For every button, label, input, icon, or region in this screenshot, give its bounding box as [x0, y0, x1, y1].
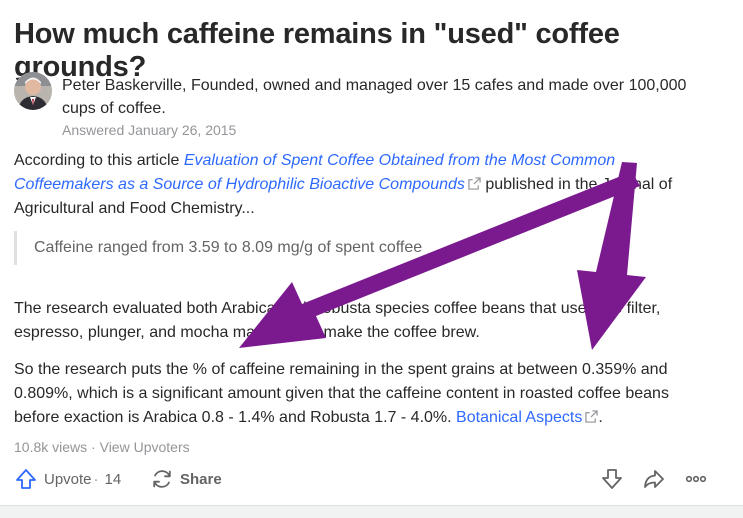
- upvote-label: Upvote: [44, 470, 92, 488]
- answer-paragraph-2: The research evaluated both Arabica and …: [14, 300, 661, 341]
- action-bar: Upvote · 14 Share: [0, 464, 743, 496]
- external-link-icon: [468, 177, 481, 190]
- share-label: Share: [180, 470, 222, 488]
- author-credential[interactable]: Peter Baskerville, Founded, owned and ma…: [62, 74, 722, 120]
- answered-date[interactable]: Answered January 26, 2015: [62, 122, 236, 138]
- downvote-arrow-icon[interactable]: [600, 467, 624, 491]
- botanical-aspects-link[interactable]: Botanical Aspects: [456, 409, 582, 426]
- more-icon[interactable]: [684, 467, 708, 491]
- views-count: 10.8k views: [14, 439, 88, 455]
- view-upvoters-link[interactable]: View Upvoters: [100, 439, 190, 455]
- answer-intro: According to this article Evaluation of …: [14, 149, 704, 221]
- blockquote: Caffeine ranged from 3.59 to 8.09 mg/g o…: [14, 231, 694, 265]
- share-icon: [153, 470, 171, 488]
- views-separator: ·: [87, 439, 100, 455]
- share-button[interactable]: Share: [150, 467, 222, 491]
- external-link-icon: [585, 410, 599, 423]
- author-avatar[interactable]: [14, 72, 52, 110]
- upvote-button[interactable]: Upvote · 14: [14, 467, 121, 491]
- upvote-count: 14: [104, 470, 122, 488]
- forward-icon[interactable]: [642, 467, 666, 491]
- upvote-dot: ·: [93, 470, 99, 488]
- para3-end: .: [598, 409, 603, 426]
- view-stats: 10.8k views · View Upvoters: [14, 439, 190, 455]
- upvote-arrow-icon: [16, 469, 36, 489]
- answer-paragraph-3: So the research puts the % of caffeine r…: [14, 358, 704, 430]
- answer-divider: [0, 505, 743, 518]
- intro-prefix: According to this article: [14, 152, 184, 169]
